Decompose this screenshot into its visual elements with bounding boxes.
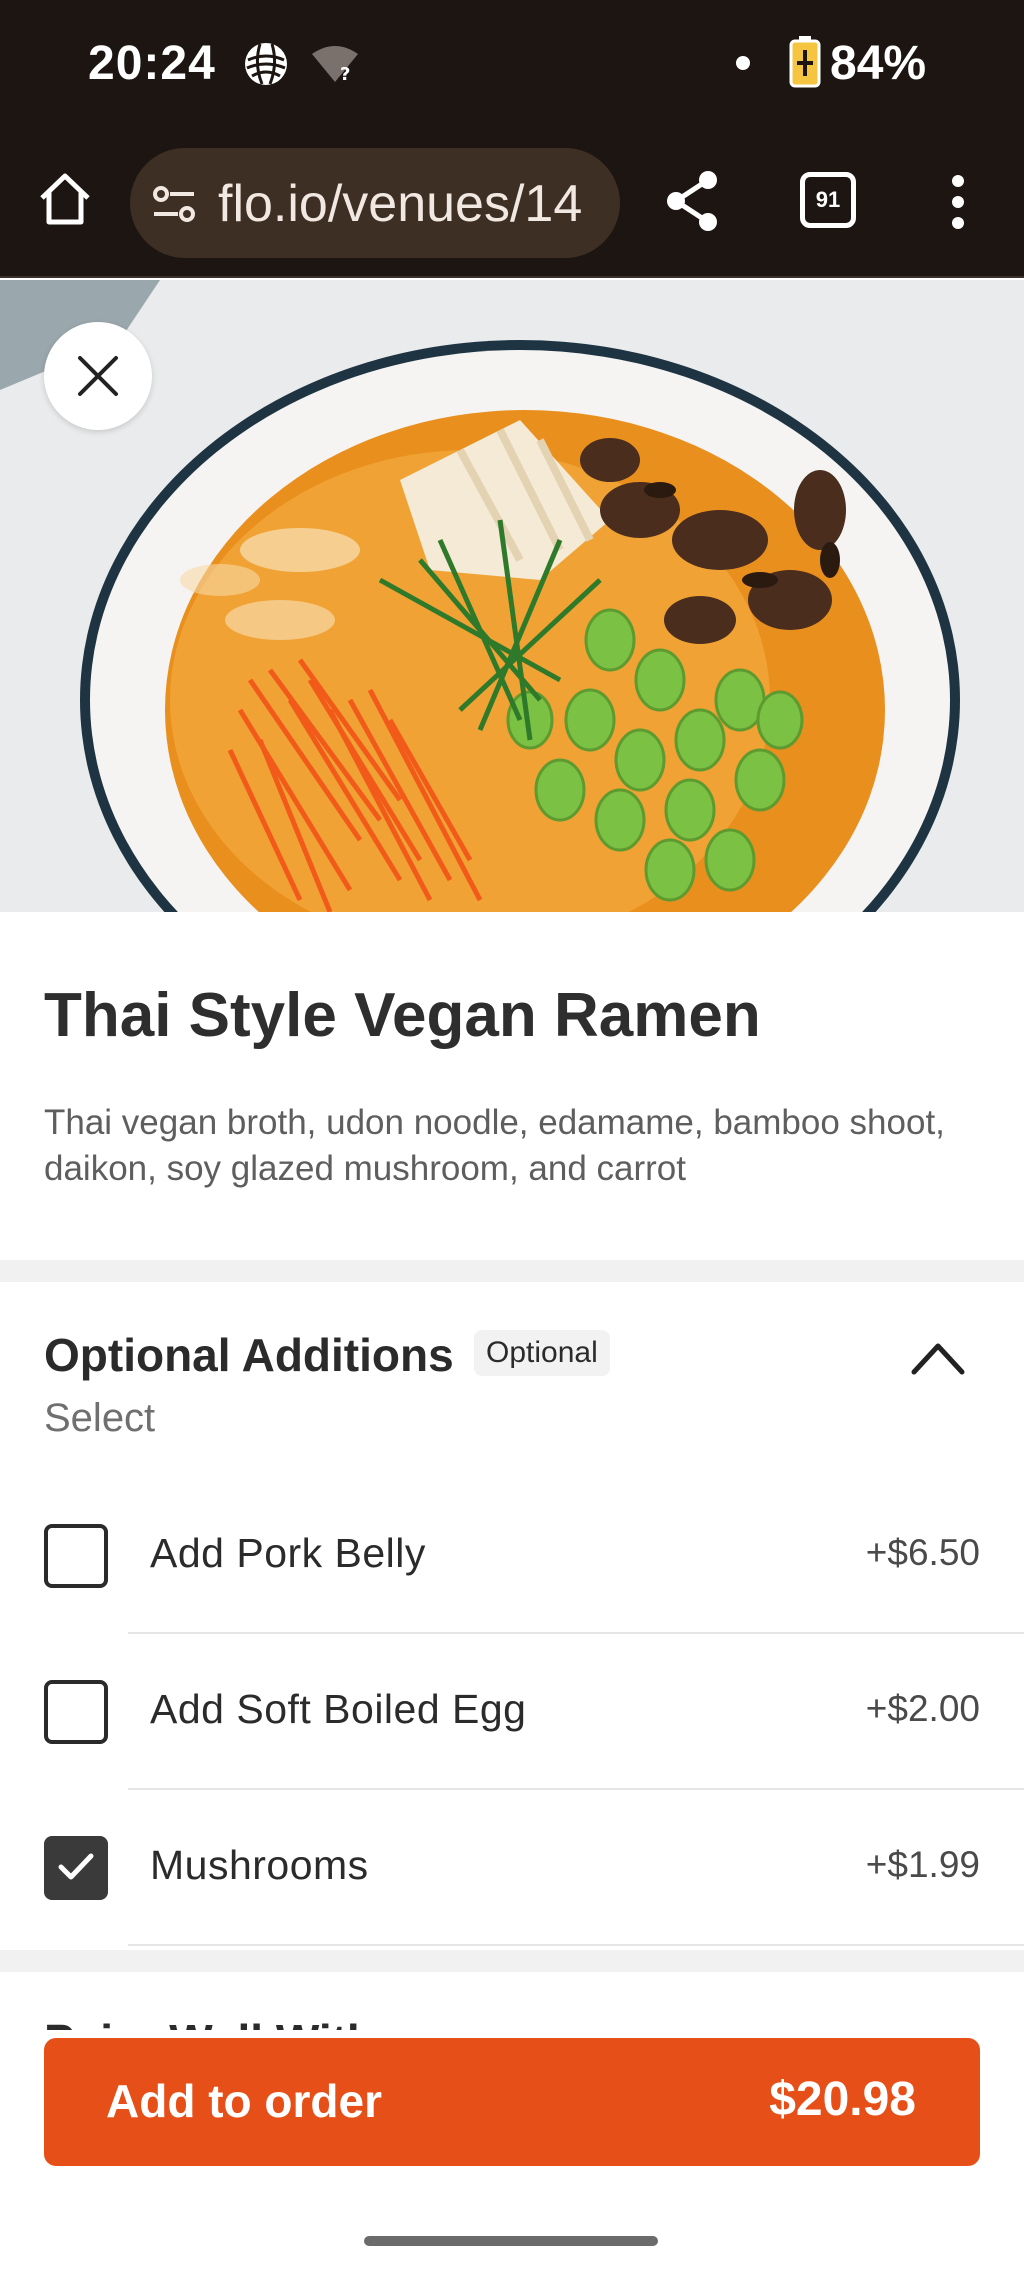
- site-settings-icon[interactable]: [152, 184, 196, 224]
- section-divider: [0, 1950, 1024, 1972]
- checkbox[interactable]: [44, 1680, 108, 1744]
- status-bar: 20:24 ? 84%: [0, 0, 1024, 130]
- wifi-badge: ?: [340, 64, 350, 84]
- url-text[interactable]: flo.io/venues/14: [218, 174, 582, 234]
- option-row-soft-boiled-egg[interactable]: Add Soft Boiled Egg +$2.00: [0, 1634, 1024, 1790]
- status-time: 20:24: [88, 37, 216, 90]
- gesture-home-indicator[interactable]: [364, 2236, 658, 2246]
- home-icon[interactable]: [36, 170, 94, 228]
- address-bar[interactable]: flo.io/venues/14: [130, 148, 620, 258]
- ramen-bowl-image: [0, 280, 1024, 912]
- add-to-order-button[interactable]: Add to order $20.98: [44, 2038, 980, 2166]
- section-divider: [0, 1260, 1024, 1282]
- order-total-price: $20.98: [769, 2073, 916, 2126]
- option-label: Add Pork Belly: [150, 1530, 426, 1576]
- checkmark-icon: [58, 1853, 94, 1880]
- chevron-up-icon[interactable]: [910, 1338, 966, 1378]
- row-divider: [128, 1944, 1024, 1946]
- option-row-pork-belly[interactable]: Add Pork Belly +$6.50: [0, 1478, 1024, 1634]
- option-price: +$1.99: [865, 1844, 980, 1885]
- close-icon[interactable]: [76, 354, 120, 398]
- close-button[interactable]: [44, 322, 152, 430]
- option-label: Add Soft Boiled Egg: [150, 1686, 527, 1732]
- checkbox-checked[interactable]: [44, 1836, 108, 1900]
- section-subtitle: Select: [44, 1396, 156, 1440]
- item-photo: [0, 280, 1024, 912]
- optional-badge: Optional: [474, 1330, 610, 1376]
- option-row-mushrooms[interactable]: Mushrooms +$1.99: [0, 1790, 1024, 1946]
- item-title: Thai Style Vegan Ramen: [44, 981, 761, 1050]
- browser-toolbar: flo.io/venues/14 91: [0, 130, 1024, 278]
- notification-dot-icon: [736, 56, 750, 70]
- wifi-question-icon: ?: [312, 46, 358, 84]
- item-description: Thai vegan broth, udon noodle, edamame, …: [44, 1103, 945, 1188]
- section-title[interactable]: Optional Additions: [44, 1328, 454, 1382]
- more-vert-icon[interactable]: [948, 174, 968, 230]
- option-price: +$2.00: [865, 1688, 980, 1729]
- checkbox[interactable]: [44, 1524, 108, 1588]
- option-price: +$6.50: [865, 1532, 980, 1573]
- tabs-icon[interactable]: 91: [800, 172, 856, 228]
- add-to-order-label: Add to order: [106, 2075, 382, 2127]
- battery-charging-icon: [789, 36, 821, 88]
- battery-percent: 84%: [830, 37, 927, 90]
- globe-icon: [245, 43, 287, 85]
- share-icon[interactable]: [664, 170, 720, 232]
- option-label: Mushrooms: [150, 1842, 369, 1888]
